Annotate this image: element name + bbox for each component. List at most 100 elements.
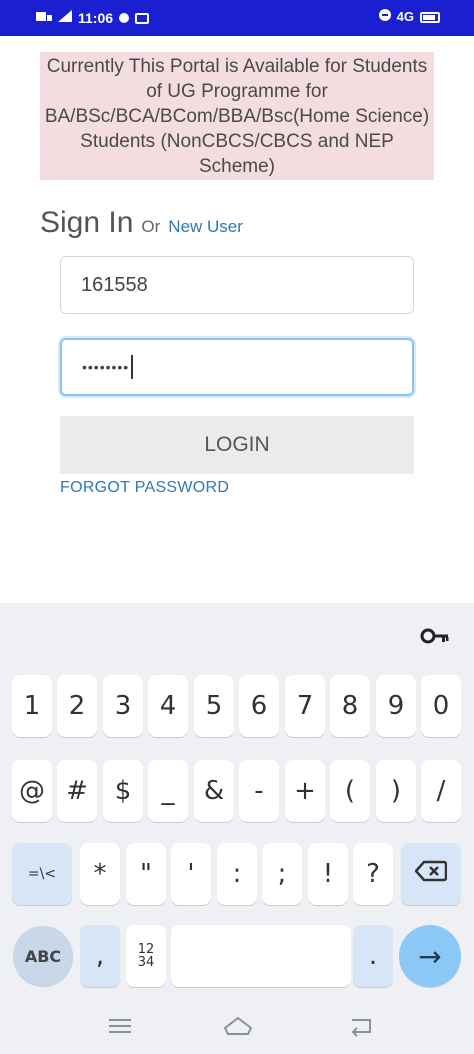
key-label: / xyxy=(436,776,446,806)
text-caret xyxy=(131,355,134,379)
key-label: 3 xyxy=(114,691,132,721)
key-question[interactable]: ? xyxy=(353,843,393,905)
key-at[interactable]: @ xyxy=(12,760,52,822)
key-plus[interactable]: + xyxy=(285,760,325,822)
key-label: 1 xyxy=(23,691,41,721)
key-asterisk[interactable]: * xyxy=(80,843,120,905)
username-field[interactable]: 161558 xyxy=(60,256,414,314)
key-label: & xyxy=(203,776,225,806)
key-0[interactable]: 0 xyxy=(421,675,461,737)
backspace-icon xyxy=(414,859,448,889)
number-layout-key[interactable]: 12 34 xyxy=(126,925,166,987)
key-label: ? xyxy=(366,859,380,889)
key-5[interactable]: 5 xyxy=(194,675,234,737)
key-9[interactable]: 9 xyxy=(376,675,416,737)
arrow-right-icon: → xyxy=(418,939,442,973)
key-label: 34 xyxy=(137,955,155,970)
key-right-paren[interactable]: ) xyxy=(376,760,416,822)
notice-text: Currently This Portal is Available for S… xyxy=(44,55,430,177)
key-label: ABC xyxy=(24,946,62,966)
key-icon[interactable] xyxy=(420,625,450,647)
key-6[interactable]: 6 xyxy=(239,675,279,737)
key-label: 0 xyxy=(432,691,450,721)
key-label: @ xyxy=(19,776,45,806)
password-value: •••••••• xyxy=(82,359,130,375)
key-comma[interactable]: , xyxy=(80,925,120,987)
key-minus[interactable]: - xyxy=(239,760,279,822)
key-semicolon[interactable]: ; xyxy=(262,843,302,905)
key-3[interactable]: 3 xyxy=(103,675,143,737)
key-dollar[interactable]: $ xyxy=(103,760,143,822)
space-key[interactable] xyxy=(171,925,351,987)
status-right: 4G xyxy=(378,9,440,25)
key-label: 6 xyxy=(250,691,268,721)
signin-or-text: Or xyxy=(141,217,161,236)
menu-icon[interactable] xyxy=(106,1014,134,1038)
signin-title: Sign In xyxy=(40,206,134,239)
key-label: 4 xyxy=(159,691,177,721)
key-label: - xyxy=(254,776,264,806)
key-label: 9 xyxy=(387,691,405,721)
key-label: ! xyxy=(322,859,334,889)
notification-icon xyxy=(135,12,150,24)
key-label: ( xyxy=(344,776,356,806)
key-symbols-toggle[interactable]: =\< xyxy=(12,843,72,905)
status-time: 11:06 xyxy=(78,10,114,26)
backspace-key[interactable] xyxy=(401,843,461,905)
signin-heading-row: Sign In Or New User xyxy=(40,206,243,240)
key-hash[interactable]: # xyxy=(57,760,97,822)
key-label: $ xyxy=(114,776,132,806)
dnd-icon xyxy=(378,9,391,25)
key-1[interactable]: 1 xyxy=(12,675,52,737)
key-label: 2 xyxy=(68,691,86,721)
portal-notice: Currently This Portal is Available for S… xyxy=(40,52,434,180)
new-user-link[interactable]: New User xyxy=(168,217,243,237)
key-8[interactable]: 8 xyxy=(330,675,370,737)
status-left: 11:06 xyxy=(36,9,150,27)
key-underscore[interactable]: _ xyxy=(148,760,188,822)
key-label: , xyxy=(95,941,105,971)
username-value: 161558 xyxy=(81,273,148,296)
key-label: : xyxy=(232,859,242,889)
battery-icon xyxy=(420,11,440,23)
key-label: # xyxy=(66,776,88,806)
key-label: 7 xyxy=(296,691,314,721)
key-4[interactable]: 4 xyxy=(148,675,188,737)
key-label: 5 xyxy=(205,691,223,721)
key-label: _ xyxy=(161,776,175,806)
soft-keyboard: 1 2 3 4 5 6 7 8 9 0 @ # $ _ & - + ( ) / … xyxy=(0,603,474,1054)
back-icon[interactable] xyxy=(348,1014,376,1038)
key-label: ; xyxy=(277,859,287,889)
system-nav-bar xyxy=(0,1000,474,1054)
key-label: " xyxy=(140,859,152,889)
sim-icon xyxy=(36,9,52,27)
key-left-paren[interactable]: ( xyxy=(330,760,370,822)
key-exclamation[interactable]: ! xyxy=(308,843,348,905)
login-button[interactable]: LOGIN xyxy=(60,416,414,474)
enter-key[interactable]: → xyxy=(399,925,461,987)
key-label: . xyxy=(368,941,378,971)
forgot-password-link[interactable]: FORGOT PASSWORD xyxy=(60,479,229,497)
key-label: ) xyxy=(390,776,402,806)
key-label: =\< xyxy=(27,866,57,882)
app-dot-icon xyxy=(119,13,130,23)
status-bar: 11:06 4G xyxy=(0,0,474,36)
key-single-quote[interactable]: ' xyxy=(171,843,211,905)
home-icon[interactable] xyxy=(222,1014,252,1038)
key-label: 8 xyxy=(341,691,359,721)
key-double-quote[interactable]: " xyxy=(126,843,166,905)
abc-key[interactable]: ABC xyxy=(13,926,73,986)
key-ampersand[interactable]: & xyxy=(194,760,234,822)
key-colon[interactable]: : xyxy=(217,843,257,905)
key-2[interactable]: 2 xyxy=(57,675,97,737)
key-label: * xyxy=(93,859,107,889)
login-label: LOGIN xyxy=(204,433,270,456)
password-field[interactable]: •••••••• xyxy=(60,338,414,396)
network-label: 4G xyxy=(396,9,414,24)
key-slash[interactable]: / xyxy=(421,760,461,822)
key-label: ' xyxy=(187,859,195,889)
network-icon: 4G xyxy=(397,9,414,25)
key-label: + xyxy=(294,776,316,806)
key-period[interactable]: . xyxy=(353,925,393,987)
key-7[interactable]: 7 xyxy=(285,675,325,737)
